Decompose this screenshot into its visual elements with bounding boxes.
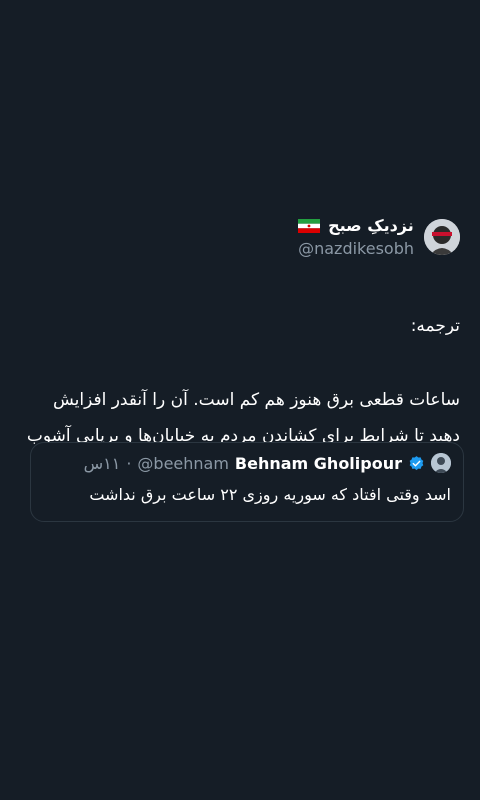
quoted-avatar-image xyxy=(431,453,451,473)
quoted-separator: · xyxy=(126,453,132,473)
author-avatar[interactable] xyxy=(424,219,460,255)
quoted-handle[interactable]: @beehnam xyxy=(137,454,229,473)
quoted-author-name[interactable]: Behnam Gholipour xyxy=(235,454,402,473)
tweet-header: نزدیکِ صبح @nazdikesobh xyxy=(22,208,460,266)
quoted-tweet[interactable]: ۱۱س · @beehnam Behnam Gholipour اسد وقتی… xyxy=(30,442,464,522)
translation-label: ترجمه: xyxy=(410,316,460,336)
quoted-text: اسد وقتی افتاد که سوریه روزی ۲۲ ساعت برق… xyxy=(89,485,451,504)
author-handle[interactable]: @nazdikesobh xyxy=(298,239,414,258)
avatar-image xyxy=(424,219,460,255)
quoted-time[interactable]: ۱۱س xyxy=(84,454,121,473)
quoted-avatar[interactable] xyxy=(431,453,451,473)
verified-badge-icon xyxy=(409,455,424,470)
quoted-tweet-header: ۱۱س · @beehnam Behnam Gholipour xyxy=(43,453,451,473)
author-name-row[interactable]: نزدیکِ صبح xyxy=(298,216,414,235)
author-name[interactable]: نزدیکِ صبح xyxy=(328,216,414,235)
author-names: نزدیکِ صبح @nazdikesobh xyxy=(298,216,414,258)
screen: نزدیکِ صبح @nazdikesobh ترجمه: ساعات قطع… xyxy=(0,0,480,800)
iran-flag-icon xyxy=(298,218,321,233)
